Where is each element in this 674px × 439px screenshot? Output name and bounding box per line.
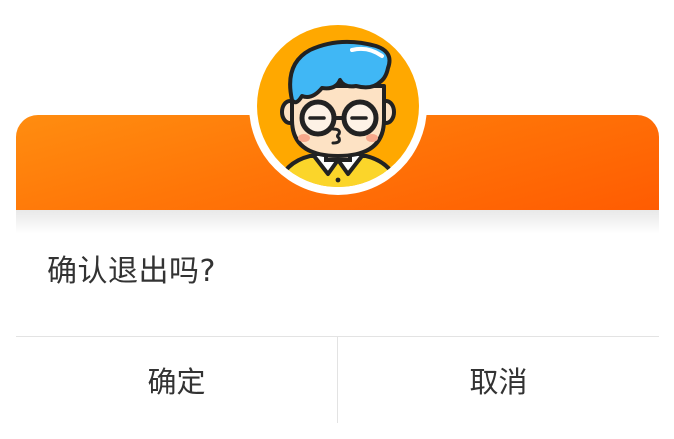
avatar	[248, 16, 428, 196]
header-shadow	[16, 210, 659, 234]
confirm-button[interactable]: 确定	[16, 337, 337, 423]
logout-confirm-dialog: 确认退出吗? 确定 取消	[0, 0, 674, 439]
cartoon-boy-avatar-icon	[249, 17, 427, 195]
cancel-button[interactable]: 取消	[338, 337, 659, 423]
confirm-message: 确认退出吗?	[47, 254, 216, 289]
